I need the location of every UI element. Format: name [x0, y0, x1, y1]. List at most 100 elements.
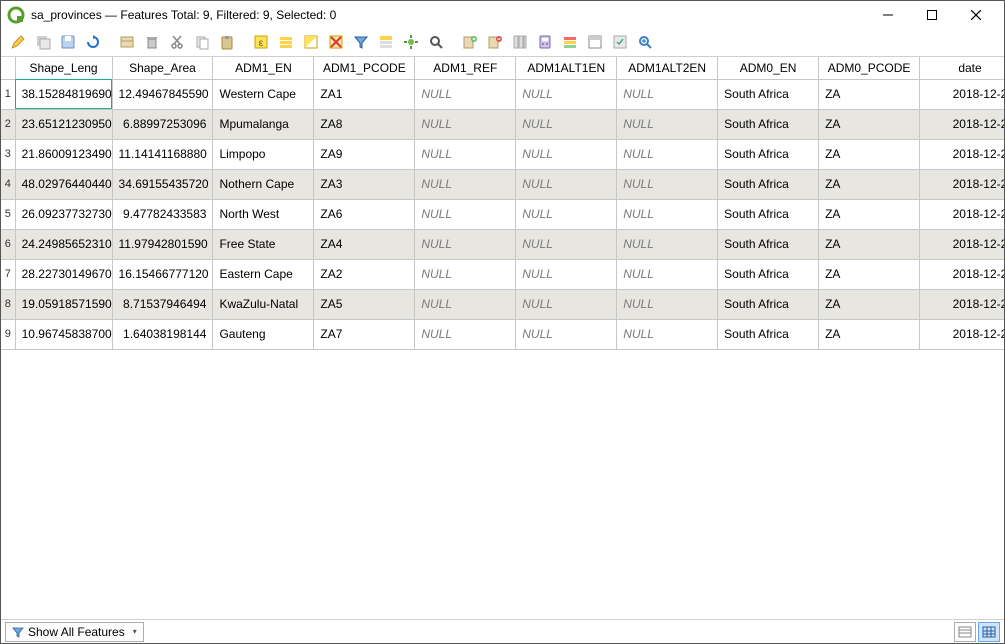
- field-calculator-button[interactable]: [534, 31, 556, 53]
- deselect-all-button[interactable]: [325, 31, 347, 53]
- cell-adm0_pcode[interactable]: ZA: [819, 229, 920, 259]
- cell-adm1_ref[interactable]: NULL: [415, 289, 516, 319]
- cell-adm0_pcode[interactable]: ZA: [819, 319, 920, 349]
- col-header-shape_area[interactable]: Shape_Area: [112, 57, 213, 79]
- cell-date[interactable]: 2018-12-27: [920, 289, 1004, 319]
- cell-adm0_en[interactable]: South Africa: [718, 139, 819, 169]
- cell-adm0_pcode[interactable]: ZA: [819, 259, 920, 289]
- cell-adm1alt2en[interactable]: NULL: [617, 229, 718, 259]
- cell-adm1_ref[interactable]: NULL: [415, 109, 516, 139]
- cell-shape_leng[interactable]: 19.05918571590: [15, 289, 112, 319]
- new-field-button[interactable]: [459, 31, 481, 53]
- cell-adm1alt2en[interactable]: NULL: [617, 109, 718, 139]
- row-header[interactable]: 4: [1, 169, 15, 199]
- table-row[interactable]: 910.967458387001.64038198144GautengZA7NU…: [1, 319, 1004, 349]
- cell-adm1_pcode[interactable]: ZA9: [314, 139, 415, 169]
- dock-button[interactable]: [584, 31, 606, 53]
- cell-shape_area[interactable]: 12.49467845590: [112, 79, 213, 109]
- cell-adm1alt2en[interactable]: NULL: [617, 289, 718, 319]
- col-header-adm1alt1en[interactable]: ADM1ALT1EN: [516, 57, 617, 79]
- cell-adm1_pcode[interactable]: ZA5: [314, 289, 415, 319]
- cell-adm0_en[interactable]: South Africa: [718, 199, 819, 229]
- move-selection-top-button[interactable]: [375, 31, 397, 53]
- row-header[interactable]: 2: [1, 109, 15, 139]
- cell-adm1_en[interactable]: Eastern Cape: [213, 259, 314, 289]
- table-row[interactable]: 526.092377327309.47782433583North WestZA…: [1, 199, 1004, 229]
- cell-adm1_ref[interactable]: NULL: [415, 79, 516, 109]
- cell-shape_leng[interactable]: 21.86009123490: [15, 139, 112, 169]
- cell-date[interactable]: 2018-12-27: [920, 199, 1004, 229]
- cell-adm1_pcode[interactable]: ZA1: [314, 79, 415, 109]
- cell-adm0_pcode[interactable]: ZA: [819, 79, 920, 109]
- row-header[interactable]: 1: [1, 79, 15, 109]
- row-header[interactable]: 8: [1, 289, 15, 319]
- cell-adm1alt1en[interactable]: NULL: [516, 169, 617, 199]
- cell-adm0_en[interactable]: South Africa: [718, 79, 819, 109]
- col-header-adm1_ref[interactable]: ADM1_REF: [415, 57, 516, 79]
- cell-adm1_pcode[interactable]: ZA2: [314, 259, 415, 289]
- table-row[interactable]: 624.2498565231011.97942801590Free State Z…: [1, 229, 1004, 259]
- paste-button[interactable]: [216, 31, 238, 53]
- row-header[interactable]: 6: [1, 229, 15, 259]
- cell-shape_area[interactable]: 34.69155435720: [112, 169, 213, 199]
- cell-shape_area[interactable]: 1.64038198144: [112, 319, 213, 349]
- zoom-map-button[interactable]: [634, 31, 656, 53]
- maximize-button[interactable]: [910, 1, 954, 29]
- actions-button[interactable]: [609, 31, 631, 53]
- cell-adm1alt2en[interactable]: NULL: [617, 319, 718, 349]
- cell-adm1alt1en[interactable]: NULL: [516, 139, 617, 169]
- cell-adm1_en[interactable]: North West: [213, 199, 314, 229]
- cell-adm1_en[interactable]: Free State: [213, 229, 314, 259]
- table-view-button[interactable]: [978, 622, 1000, 642]
- cell-shape_leng[interactable]: 48.02976440440: [15, 169, 112, 199]
- col-header-date[interactable]: date: [920, 57, 1004, 79]
- select-all-button[interactable]: [275, 31, 297, 53]
- cell-adm1alt1en[interactable]: NULL: [516, 199, 617, 229]
- col-header-adm0_en[interactable]: ADM0_EN: [718, 57, 819, 79]
- cell-shape_area[interactable]: 11.97942801590: [112, 229, 213, 259]
- cell-shape_leng[interactable]: 26.09237732730: [15, 199, 112, 229]
- select-by-expression-button[interactable]: ε: [250, 31, 272, 53]
- cell-adm0_pcode[interactable]: ZA: [819, 199, 920, 229]
- reload-button[interactable]: [82, 31, 104, 53]
- cell-adm1_ref[interactable]: NULL: [415, 259, 516, 289]
- cell-adm0_en[interactable]: South Africa: [718, 229, 819, 259]
- cell-shape_leng[interactable]: 28.22730149670: [15, 259, 112, 289]
- cell-adm1_pcode[interactable]: ZA8: [314, 109, 415, 139]
- col-header-shape_leng[interactable]: Shape_Leng: [15, 57, 112, 79]
- cell-date[interactable]: 2018-12-27: [920, 169, 1004, 199]
- cell-shape_area[interactable]: 8.71537946494: [112, 289, 213, 319]
- cell-shape_leng[interactable]: 24.24985652310: [15, 229, 112, 259]
- row-header[interactable]: 5: [1, 199, 15, 229]
- cell-adm1alt2en[interactable]: NULL: [617, 139, 718, 169]
- minimize-button[interactable]: [866, 1, 910, 29]
- zoom-to-selected-button[interactable]: [425, 31, 447, 53]
- copy-button[interactable]: [191, 31, 213, 53]
- pan-to-selected-button[interactable]: [400, 31, 422, 53]
- cell-adm1alt1en[interactable]: NULL: [516, 289, 617, 319]
- cell-shape_area[interactable]: 11.14141168880: [112, 139, 213, 169]
- cell-shape_area[interactable]: 6.88997253096: [112, 109, 213, 139]
- cell-adm1_pcode[interactable]: ZA6: [314, 199, 415, 229]
- row-header[interactable]: 9: [1, 319, 15, 349]
- cell-date[interactable]: 2018-12-27: [920, 139, 1004, 169]
- table-scroll-area[interactable]: Shape_Leng Shape_Area ADM1_EN ADM1_PCODE…: [1, 57, 1004, 619]
- invert-selection-button[interactable]: [300, 31, 322, 53]
- cell-date[interactable]: 2018-12-27: [920, 229, 1004, 259]
- cell-adm1alt2en[interactable]: NULL: [617, 199, 718, 229]
- cell-adm1alt2en[interactable]: NULL: [617, 259, 718, 289]
- cell-adm1_pcode[interactable]: ZA7: [314, 319, 415, 349]
- cell-adm0_pcode[interactable]: ZA: [819, 139, 920, 169]
- close-button[interactable]: [954, 1, 998, 29]
- delete-field-button[interactable]: [484, 31, 506, 53]
- delete-selected-button[interactable]: [141, 31, 163, 53]
- cell-shape_leng[interactable]: 23.65121230950: [15, 109, 112, 139]
- cell-shape_leng[interactable]: 10.96745838700: [15, 319, 112, 349]
- cell-adm1_ref[interactable]: NULL: [415, 199, 516, 229]
- cell-adm1alt2en[interactable]: NULL: [617, 79, 718, 109]
- cell-date[interactable]: 2018-12-27: [920, 109, 1004, 139]
- row-header[interactable]: 3: [1, 139, 15, 169]
- col-header-adm1_pcode[interactable]: ADM1_PCODE: [314, 57, 415, 79]
- cell-adm1alt2en[interactable]: NULL: [617, 169, 718, 199]
- cell-adm1alt1en[interactable]: NULL: [516, 109, 617, 139]
